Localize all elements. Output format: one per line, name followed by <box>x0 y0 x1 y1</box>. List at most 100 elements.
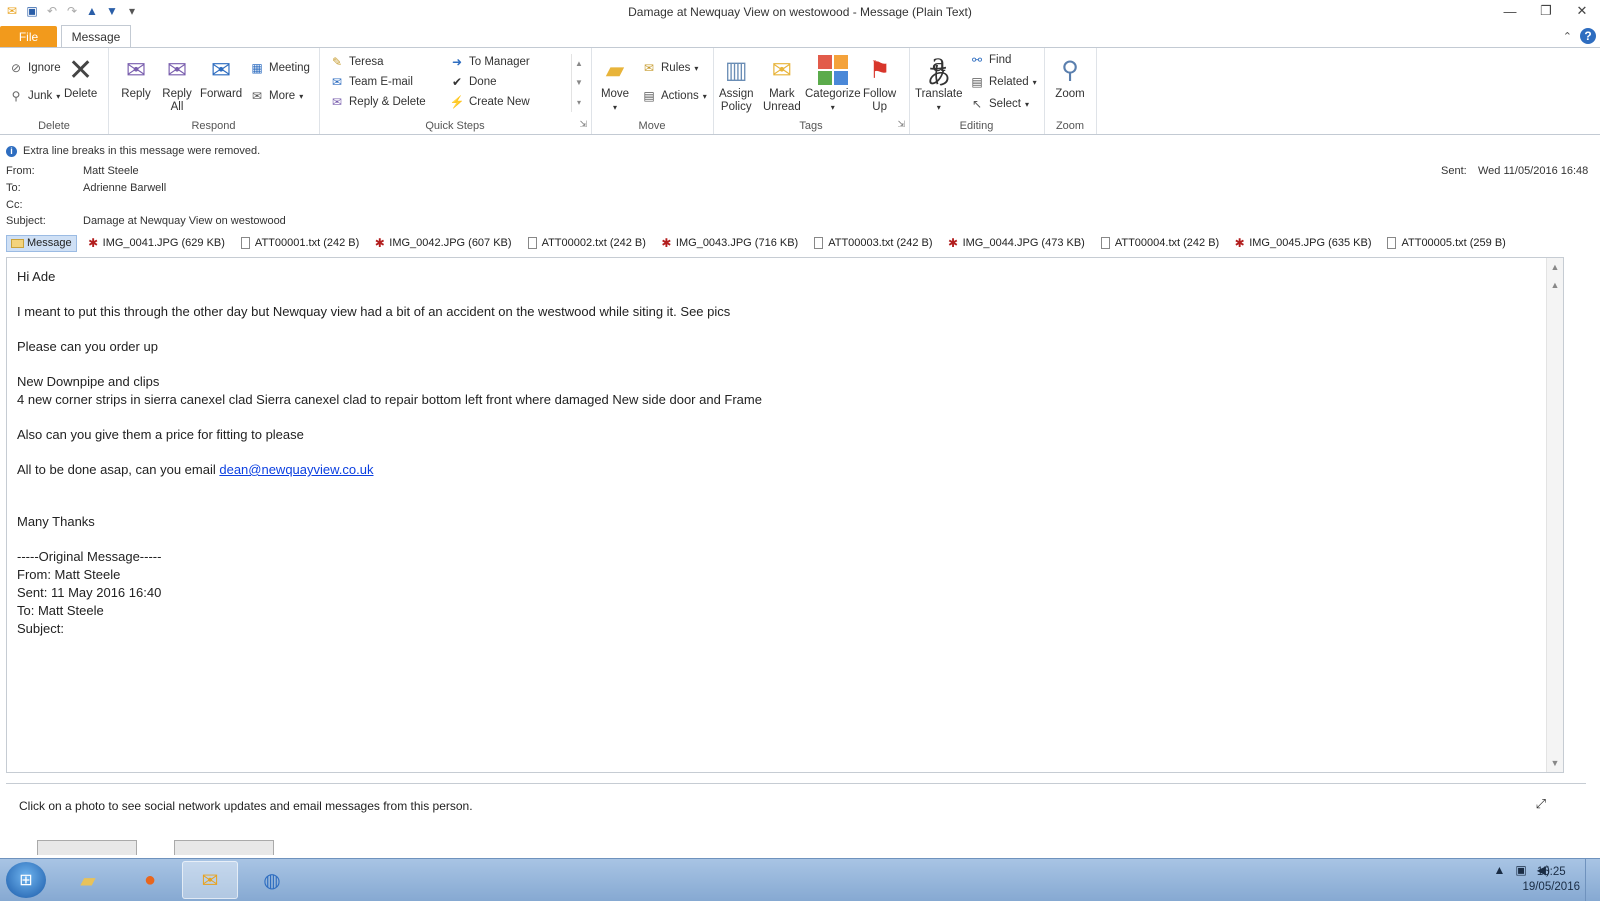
zoom-button[interactable]: ⚲ Zoom <box>1054 54 1086 101</box>
attachment-item[interactable]: ✱ IMG_0041.JPG (629 KB) <box>87 236 225 250</box>
clock[interactable]: 15:25 19/05/2016 <box>1522 865 1580 895</box>
reply-all-button[interactable]: ✉ Reply All <box>161 54 193 114</box>
scroll-down-arrow-icon[interactable]: ▼ <box>1547 756 1563 770</box>
sent-label: Sent: <box>1441 165 1467 177</box>
quickstep-done[interactable]: ✔ Done <box>449 74 497 90</box>
contact-photo[interactable] <box>174 840 274 855</box>
scroll-up-arrow-icon[interactable]: ▲ <box>1547 278 1563 292</box>
actions-button[interactable]: ▤ Actions ▾ <box>641 88 706 104</box>
attachment-item[interactable]: ✱ IMG_0042.JPG (607 KB) <box>373 236 512 250</box>
quick-steps-launcher-icon[interactable]: ⇲ <box>579 119 587 130</box>
move-button[interactable]: ▰ Move ▾ <box>599 54 631 114</box>
minimize-ribbon-icon[interactable]: ⌃ <box>1563 30 1572 43</box>
close-button[interactable]: ✕ <box>1564 0 1600 22</box>
quickstep-teresa[interactable]: ✎ Teresa <box>329 54 384 70</box>
show-hidden-icons-icon[interactable]: ▲ <box>1494 863 1506 877</box>
follow-up-button[interactable]: ⚑ Follow Up <box>863 54 896 114</box>
contact-photo[interactable] <box>37 840 137 855</box>
from-value[interactable]: Matt Steele <box>83 165 139 177</box>
find-button[interactable]: ⚯ Find <box>969 52 1011 68</box>
tab-file[interactable]: File <box>0 26 57 48</box>
attachment-name: IMG_0042.JPG (607 KB) <box>389 237 512 249</box>
respond-group-label: Respond <box>191 120 236 132</box>
attachment-item[interactable]: ATT00002.txt (242 B) <box>526 237 646 250</box>
original-message-header: -----Original Message----- <box>17 549 162 564</box>
body-line: I meant to put this through the other da… <box>17 304 731 319</box>
window-title: Damage at Newquay View on westowood - Me… <box>628 5 972 19</box>
more-respond-button[interactable]: ✉ More ▾ <box>249 88 303 104</box>
app-globe-icon: ◍ <box>263 869 281 892</box>
delete-button[interactable]: ✕ Delete <box>64 54 97 101</box>
related-icon: ▤ <box>971 75 983 89</box>
select-button[interactable]: ↖ Select ▾ <box>969 96 1029 112</box>
assign-policy-button[interactable]: ▥ Assign Policy <box>719 54 754 114</box>
email-link[interactable]: dean@newquayview.co.uk <box>219 462 373 477</box>
taskbar-app[interactable]: ◍ <box>244 861 300 899</box>
ribbon: ⊘ Ignore ⚲ Junk ▾ ✕ Delete Delete ✉ Repl… <box>0 47 1600 135</box>
find-binoculars-icon: ⚯ <box>971 53 983 67</box>
quickstep-to-manager[interactable]: ➜ To Manager <box>449 54 530 70</box>
ribbon-tabs: File Message ⌃ ? <box>0 24 1600 48</box>
move-dropdown-icon: ▾ <box>612 103 617 112</box>
taskbar-firefox[interactable]: ● <box>122 861 178 899</box>
attachment-item[interactable]: ATT00003.txt (242 B) <box>812 237 933 250</box>
reply-delete-icon: ✉ <box>331 95 343 109</box>
translate-button[interactable]: aあ Translate ▾ <box>915 49 963 114</box>
help-icon[interactable]: ? <box>1580 28 1596 44</box>
start-button[interactable]: ⊞ <box>6 862 46 898</box>
jpg-file-icon: ✱ <box>661 236 672 250</box>
rules-icon: ✉ <box>643 61 655 75</box>
rules-button[interactable]: ✉ Rules ▾ <box>641 60 698 76</box>
info-icon: i <box>6 145 17 157</box>
windows-logo-icon: ⊞ <box>19 872 33 889</box>
quickstep-reply-delete[interactable]: ✉ Reply & Delete <box>329 94 426 110</box>
taskbar-explorer[interactable]: ▰ <box>60 861 116 899</box>
categorize-button[interactable]: Categorize ▾ <box>805 54 861 114</box>
show-desktop-button[interactable] <box>1585 859 1600 901</box>
attachment-item[interactable]: ATT00004.txt (242 B) <box>1099 237 1219 250</box>
to-value[interactable]: Adrienne Barwell <box>83 182 166 194</box>
restore-button[interactable]: ❐ <box>1528 0 1564 22</box>
related-button[interactable]: ▤ Related ▾ <box>969 74 1036 90</box>
minimize-button[interactable]: — <box>1492 0 1528 22</box>
attachment-item[interactable]: ✱ IMG_0045.JPG (635 KB) <box>1233 236 1372 250</box>
scroll-down-icon: ▼ <box>575 78 583 88</box>
scroll-up-arrow-icon[interactable]: ▲ <box>1547 260 1563 274</box>
people-pane: Click on a photo to see social network u… <box>6 783 1586 855</box>
more-dropdown-icon: ▾ <box>299 91 304 101</box>
quickstep-team-email[interactable]: ✉ Team E-mail <box>329 74 413 90</box>
expand-people-pane-icon[interactable]: ⤢ <box>1536 796 1546 812</box>
quickstep-create-new[interactable]: ⚡ Create New <box>449 94 530 110</box>
attachment-item[interactable]: ATT00001.txt (242 B) <box>239 237 359 250</box>
message-body[interactable]: Hi Ade I meant to put this through the o… <box>6 257 1564 773</box>
tags-launcher-icon[interactable]: ⇲ <box>897 119 905 130</box>
attachment-item[interactable]: ✱ IMG_0044.JPG (473 KB) <box>947 236 1085 250</box>
meeting-button[interactable]: ▦ Meeting <box>249 60 310 76</box>
attachment-message-tab[interactable]: Message <box>6 234 77 252</box>
body-scrollbar[interactable]: ▲ ▲ ▼ <box>1546 258 1563 772</box>
forward-button[interactable]: ✉ Forward <box>200 54 242 101</box>
envelope-icon <box>11 237 24 250</box>
reply-button[interactable]: ✉ Reply <box>120 54 152 101</box>
attachment-item[interactable]: ✱ IMG_0043.JPG (716 KB) <box>660 236 798 250</box>
move-group: ▰ Move ▾ ✉ Rules ▾ ▤ Actions ▾ Move <box>591 48 714 134</box>
text-file-icon <box>812 237 825 250</box>
ignore-button[interactable]: ⊘ Ignore <box>8 60 61 76</box>
outlook-icon: ✉ <box>201 869 219 892</box>
attachment-item[interactable]: ATT00005.txt (259 B) <box>1385 237 1506 250</box>
taskbar-outlook[interactable]: ✉ <box>182 861 238 899</box>
translate-icon: aあ <box>926 49 951 90</box>
original-to: To: Matt Steele <box>17 603 104 618</box>
zoom-group: ⚲ Zoom Zoom <box>1044 48 1097 134</box>
meeting-icon: ▦ <box>251 61 263 75</box>
quick-steps-scroll[interactable]: ▲ ▼ ▾ <box>571 54 586 112</box>
junk-button[interactable]: ⚲ Junk ▾ <box>8 88 61 104</box>
categorize-dropdown-icon: ▾ <box>830 103 835 112</box>
mark-unread-button[interactable]: ✉ Mark Unread <box>763 54 801 114</box>
actions-icon: ▤ <box>643 89 655 103</box>
jpg-file-icon: ✱ <box>948 236 959 250</box>
junk-icon: ⚲ <box>11 89 21 103</box>
body-greeting: Hi Ade <box>17 269 56 284</box>
tab-message[interactable]: Message <box>61 25 131 48</box>
info-bar[interactable]: i Extra line breaks in this message were… <box>6 145 260 157</box>
